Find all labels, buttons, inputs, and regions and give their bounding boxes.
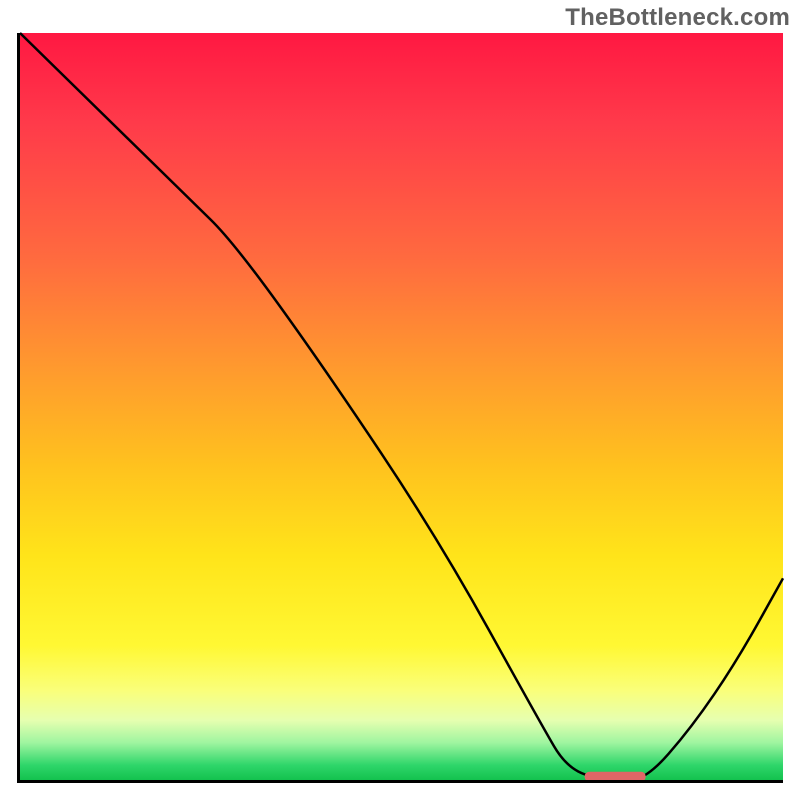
watermark-text: TheBottleneck.com <box>565 4 790 32</box>
marker-layer <box>20 33 783 780</box>
optimal-marker <box>585 772 646 780</box>
chart-container: TheBottleneck.com <box>0 0 800 800</box>
